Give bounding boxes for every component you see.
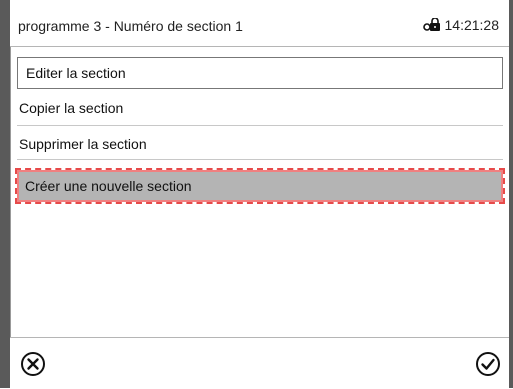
menu-item-create-section[interactable]: Créer une nouvelle section bbox=[15, 168, 505, 204]
cancel-icon[interactable] bbox=[20, 351, 46, 377]
header-bar: programme 3 - Numéro de section 1 14:21:… bbox=[10, 0, 509, 47]
page-title: programme 3 - Numéro de section 1 bbox=[18, 18, 243, 34]
left-bezel bbox=[0, 0, 10, 388]
menu-item-label: Supprimer la section bbox=[19, 136, 147, 152]
right-bezel bbox=[509, 0, 513, 388]
header-status: 14:21:28 bbox=[422, 17, 500, 33]
menu-item-delete-section[interactable]: Supprimer la section bbox=[11, 127, 509, 161]
padlock-icon bbox=[422, 17, 441, 32]
checkmark-icon[interactable] bbox=[475, 351, 501, 377]
footer-bar bbox=[10, 337, 509, 389]
menu-item-label: Editer la section bbox=[26, 65, 126, 81]
menu-list: Editer la section Copier la section Supp… bbox=[10, 47, 509, 337]
clock-time: 14:21:28 bbox=[444, 17, 500, 33]
screen: programme 3 - Numéro de section 1 14:21:… bbox=[0, 0, 513, 389]
divider bbox=[17, 125, 503, 126]
menu-item-label: Copier la section bbox=[19, 100, 124, 116]
menu-item-copy-section[interactable]: Copier la section bbox=[11, 91, 509, 125]
menu-item-label: Créer une nouvelle section bbox=[25, 178, 192, 194]
menu-item-edit-section[interactable]: Editer la section bbox=[17, 57, 503, 89]
